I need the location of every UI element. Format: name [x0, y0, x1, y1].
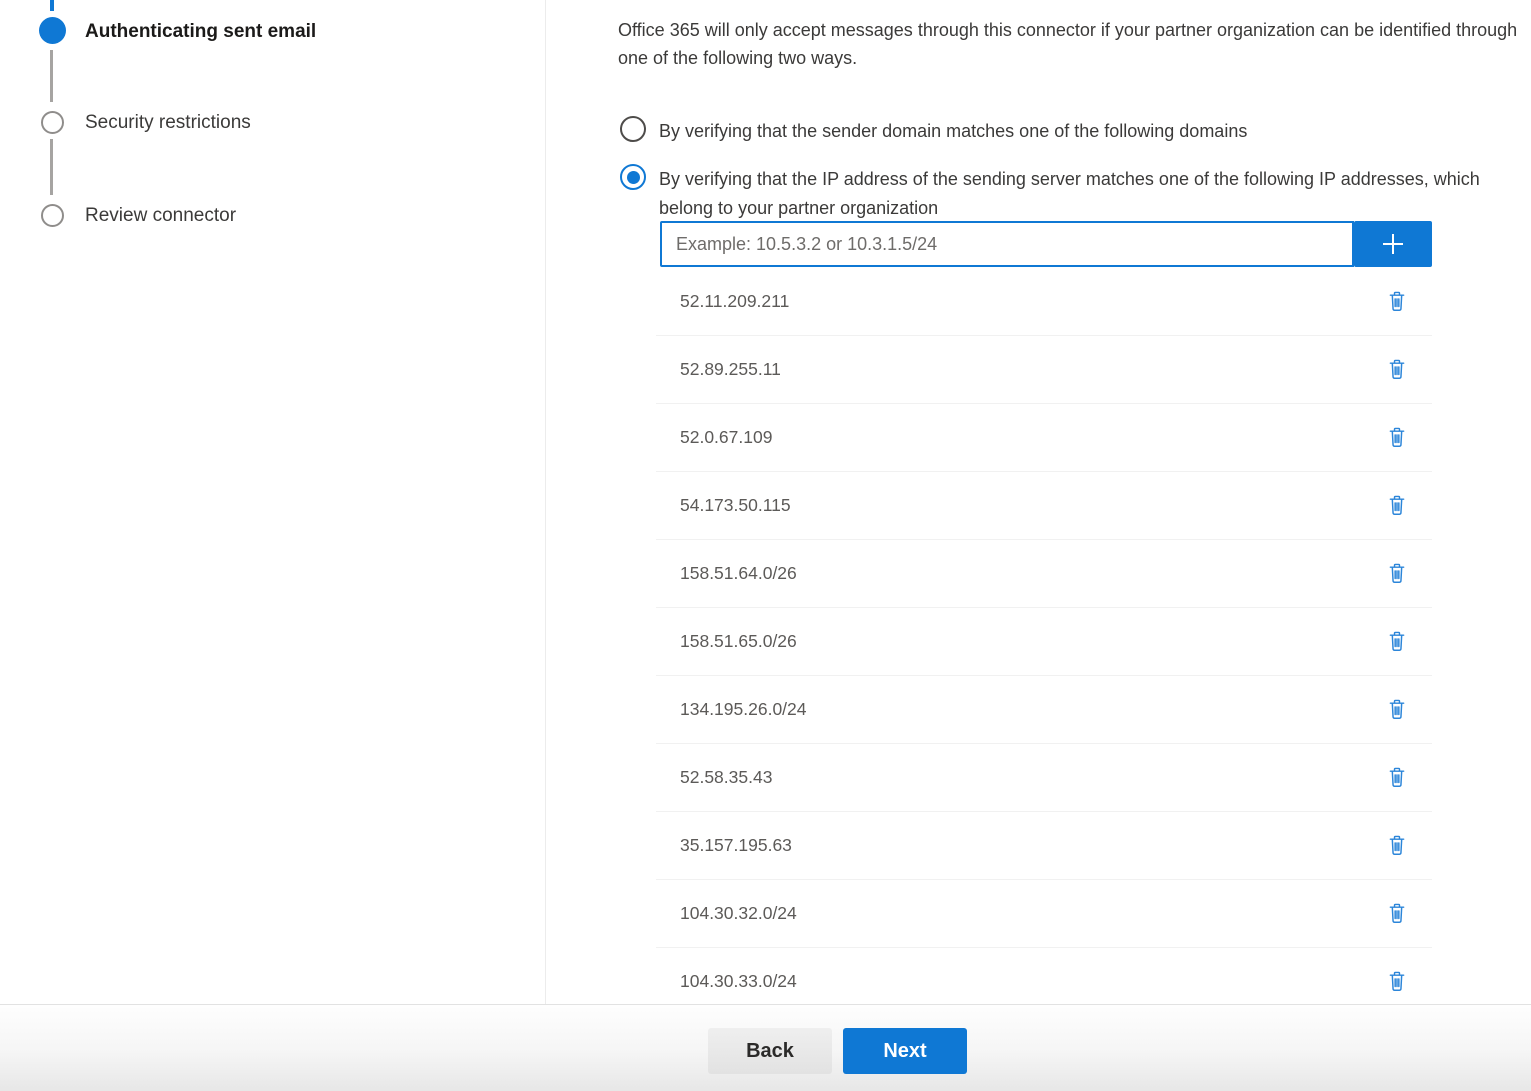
delete-ip-button[interactable]	[1384, 356, 1410, 383]
ip-value: 52.89.255.11	[680, 359, 1384, 380]
add-ip-button[interactable]	[1354, 221, 1432, 267]
stepper-connector-top	[50, 0, 54, 11]
ip-value: 52.0.67.109	[680, 427, 1384, 448]
ip-value: 134.195.26.0/24	[680, 699, 1384, 720]
connector-auth-panel: Office 365 will only accept messages thr…	[618, 0, 1531, 1003]
step-indicator-authenticating-sent-email	[39, 17, 66, 44]
stepper-connector	[50, 50, 53, 102]
intro-text: Office 365 will only accept messages thr…	[618, 16, 1524, 72]
option-ip-address[interactable]: By verifying that the IP address of the …	[620, 164, 1482, 222]
ip-list-item: 52.11.209.211	[656, 268, 1432, 336]
back-button[interactable]: Back	[708, 1028, 832, 1074]
next-button[interactable]: Next	[843, 1028, 967, 1074]
trash-icon	[1386, 358, 1408, 381]
delete-ip-button[interactable]	[1384, 832, 1410, 859]
step-indicator-security-restrictions	[41, 111, 64, 134]
trash-icon	[1386, 426, 1408, 449]
delete-ip-button[interactable]	[1384, 764, 1410, 791]
ip-value: 54.173.50.115	[680, 495, 1384, 516]
option-ip-address-label: By verifying that the IP address of the …	[659, 164, 1482, 222]
ip-value: 52.11.209.211	[680, 291, 1384, 312]
step-label-authenticating-sent-email: Authenticating sent email	[85, 19, 316, 45]
radio-selected-icon[interactable]	[620, 164, 646, 190]
wizard-footer: Back Next	[0, 1004, 1531, 1091]
trash-icon	[1386, 970, 1408, 993]
trash-icon	[1386, 834, 1408, 857]
delete-ip-button[interactable]	[1384, 696, 1410, 723]
delete-ip-button[interactable]	[1384, 900, 1410, 927]
ip-value: 158.51.64.0/26	[680, 563, 1384, 584]
trash-icon	[1386, 766, 1408, 789]
ip-value: 158.51.65.0/26	[680, 631, 1384, 652]
trash-icon	[1386, 562, 1408, 585]
ip-list-item: 158.51.65.0/26	[656, 608, 1432, 676]
option-sender-domain-label: By verifying that the sender domain matc…	[659, 116, 1247, 146]
ip-list-item: 52.0.67.109	[656, 404, 1432, 472]
ip-address-list: 52.11.209.211 52.89.255.11 52.0.67.109 5…	[656, 268, 1432, 1003]
ip-list-item: 104.30.32.0/24	[656, 880, 1432, 948]
wizard-stepper-sidebar: Authenticating sent email Security restr…	[0, 0, 546, 1004]
radio-unselected-icon[interactable]	[620, 116, 646, 142]
ip-list-item: 104.30.33.0/24	[656, 948, 1432, 1003]
plus-icon	[1377, 228, 1409, 260]
ip-address-input[interactable]	[660, 221, 1354, 267]
step-label-security-restrictions: Security restrictions	[85, 110, 251, 136]
delete-ip-button[interactable]	[1384, 492, 1410, 519]
ip-value: 104.30.32.0/24	[680, 903, 1384, 924]
trash-icon	[1386, 494, 1408, 517]
delete-ip-button[interactable]	[1384, 968, 1410, 995]
step-indicator-review-connector	[41, 204, 64, 227]
trash-icon	[1386, 630, 1408, 653]
option-sender-domain[interactable]: By verifying that the sender domain matc…	[620, 116, 1247, 146]
ip-list-item: 134.195.26.0/24	[656, 676, 1432, 744]
trash-icon	[1386, 902, 1408, 925]
ip-list-item: 35.157.195.63	[656, 812, 1432, 880]
delete-ip-button[interactable]	[1384, 628, 1410, 655]
ip-value: 52.58.35.43	[680, 767, 1384, 788]
step-label-review-connector: Review connector	[85, 203, 236, 229]
ip-list-item: 54.173.50.115	[656, 472, 1432, 540]
stepper-connector	[50, 139, 53, 195]
ip-value: 35.157.195.63	[680, 835, 1384, 856]
trash-icon	[1386, 290, 1408, 313]
delete-ip-button[interactable]	[1384, 424, 1410, 451]
delete-ip-button[interactable]	[1384, 560, 1410, 587]
trash-icon	[1386, 698, 1408, 721]
ip-value: 104.30.33.0/24	[680, 971, 1384, 992]
ip-list-item: 158.51.64.0/26	[656, 540, 1432, 608]
ip-list-item: 52.89.255.11	[656, 336, 1432, 404]
ip-entry-row	[660, 221, 1432, 267]
delete-ip-button[interactable]	[1384, 288, 1410, 315]
ip-list-item: 52.58.35.43	[656, 744, 1432, 812]
